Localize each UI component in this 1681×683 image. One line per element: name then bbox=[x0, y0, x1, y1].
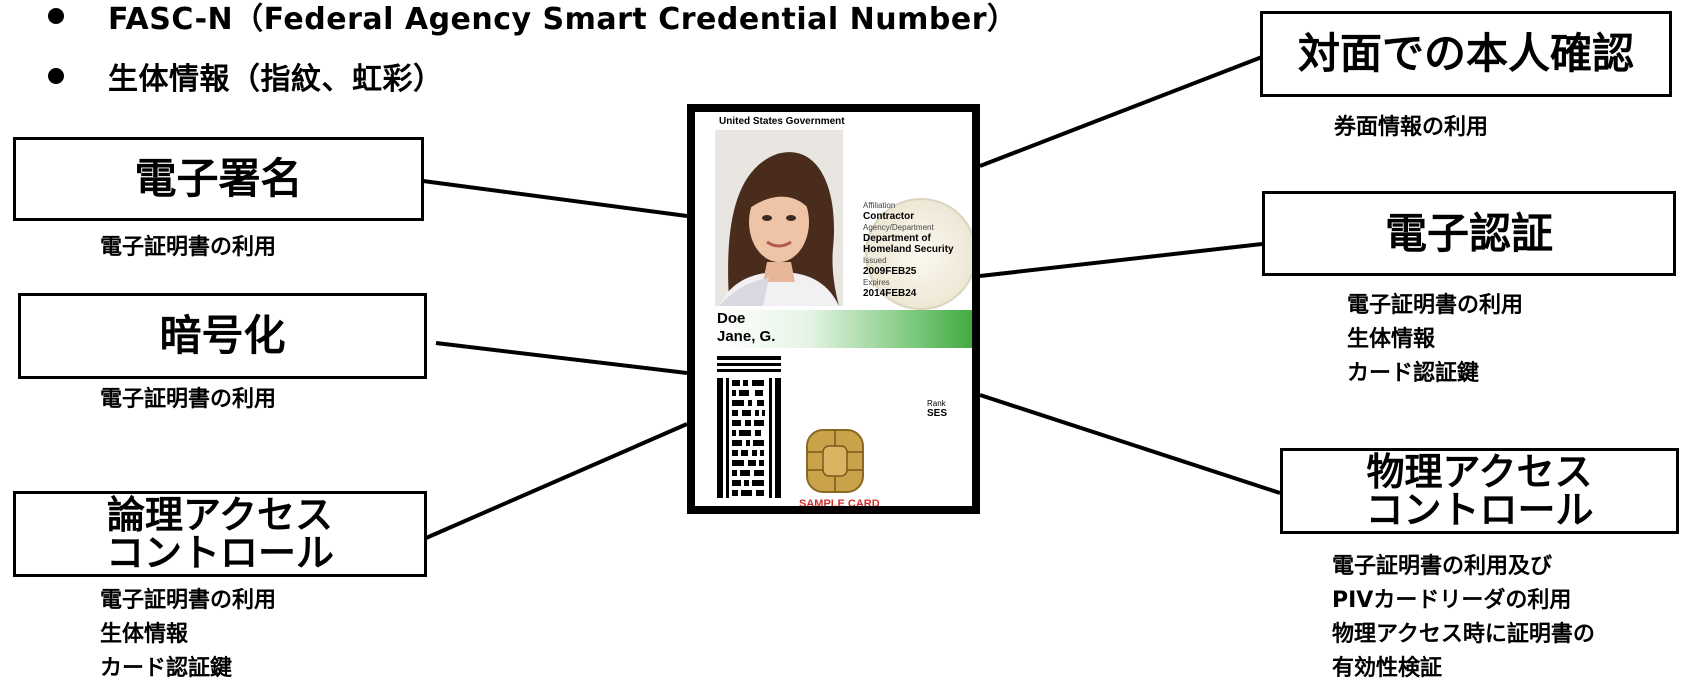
authentication-box: 電子認証 bbox=[1262, 191, 1676, 276]
note-line: 電子証明書の利用 bbox=[100, 588, 277, 613]
note-line: PIVカードリーダの利用 bbox=[1332, 588, 1572, 613]
piv-card-image: United States Government Affiliation Con… bbox=[687, 104, 980, 514]
note-line: 有効性検証 bbox=[1332, 656, 1443, 681]
in-person-label: 対面での本人確認 bbox=[1297, 29, 1634, 78]
physical-access-notes: 電子証明書の利用及び PIVカードリーダの利用 物理アクセス時に証明書の 有効性… bbox=[1332, 550, 1595, 683]
authentication-notes: 電子証明書の利用 生体情報 カード認証鍵 bbox=[1347, 289, 1523, 391]
sample-card-text: SAMPLE CARD bbox=[799, 498, 880, 510]
logical-access-label-line: コントロール bbox=[105, 531, 334, 575]
issued-label: Issued bbox=[863, 256, 887, 265]
encryption-box: 暗号化 bbox=[18, 293, 427, 379]
expires-label: Expires bbox=[863, 278, 890, 287]
note-line: 電子証明書の利用 bbox=[1347, 293, 1524, 318]
pdf417-barcode-icon bbox=[717, 356, 781, 498]
note-line: 券面情報の利用 bbox=[1334, 115, 1489, 140]
logical-access-notes: 電子証明書の利用 生体情報 カード認証鍵 bbox=[100, 584, 276, 683]
signature-notes: 電子証明書の利用 bbox=[100, 231, 276, 265]
card-info: Affiliation Contractor Agency/Department… bbox=[863, 200, 954, 299]
cardholder-name: Doe Jane, G. bbox=[717, 310, 775, 346]
agency-value-line: Homeland Security bbox=[863, 244, 954, 255]
in-person-notes: 券面情報の利用 bbox=[1334, 111, 1488, 145]
authentication-label: 電子認証 bbox=[1384, 208, 1553, 258]
connector-authentication bbox=[979, 242, 1263, 278]
note-line: 生体情報 bbox=[100, 622, 189, 647]
logical-access-box: 論理アクセス コントロール bbox=[13, 491, 427, 577]
signature-box: 電子署名 bbox=[13, 137, 424, 221]
note-line: カード認証鍵 bbox=[100, 656, 233, 681]
cardholder-photo bbox=[715, 130, 843, 306]
encryption-notes: 電子証明書の利用 bbox=[100, 383, 276, 417]
logical-access-label-line: 論理アクセス bbox=[106, 493, 334, 537]
rank-block: Rank SES bbox=[927, 399, 947, 419]
note-line: 物理アクセス時に証明書の bbox=[1332, 622, 1595, 647]
connector-in-person bbox=[979, 55, 1263, 168]
agency-label: Agency/Department bbox=[863, 223, 934, 232]
note-line: 電子証明書の利用 bbox=[100, 387, 277, 412]
note-line: 電子証明書の利用及び bbox=[1332, 554, 1553, 579]
affiliation-label: Affiliation bbox=[863, 201, 896, 210]
encryption-label: 暗号化 bbox=[159, 311, 286, 360]
card-government: United States Government bbox=[719, 116, 845, 127]
physical-access-label-line: 物理アクセス bbox=[1366, 450, 1593, 494]
connector-physical-access bbox=[979, 393, 1281, 495]
physical-access-label-line: コントロール bbox=[1365, 488, 1594, 532]
connector-signature bbox=[422, 179, 688, 218]
affiliation-value: Contractor bbox=[863, 211, 915, 222]
rank-value: SES bbox=[927, 408, 948, 419]
physical-access-box: 物理アクセス コントロール bbox=[1280, 448, 1679, 534]
connector-encryption bbox=[435, 341, 688, 375]
agency-value-line: Department of bbox=[863, 233, 931, 244]
first-name: Jane, G. bbox=[717, 328, 776, 345]
note-line: カード認証鍵 bbox=[1347, 361, 1480, 386]
note-line: 生体情報 bbox=[1347, 327, 1436, 352]
smart-chip-icon bbox=[806, 429, 864, 493]
note-line: 電子証明書の利用 bbox=[100, 235, 277, 260]
in-person-box: 対面での本人確認 bbox=[1260, 11, 1672, 97]
expires-value: 2014FEB24 bbox=[863, 288, 917, 299]
last-name: Doe bbox=[717, 310, 746, 327]
issued-value: 2009FEB25 bbox=[863, 266, 917, 277]
connector-logical-access bbox=[425, 422, 688, 540]
signature-label: 電子署名 bbox=[134, 154, 303, 203]
